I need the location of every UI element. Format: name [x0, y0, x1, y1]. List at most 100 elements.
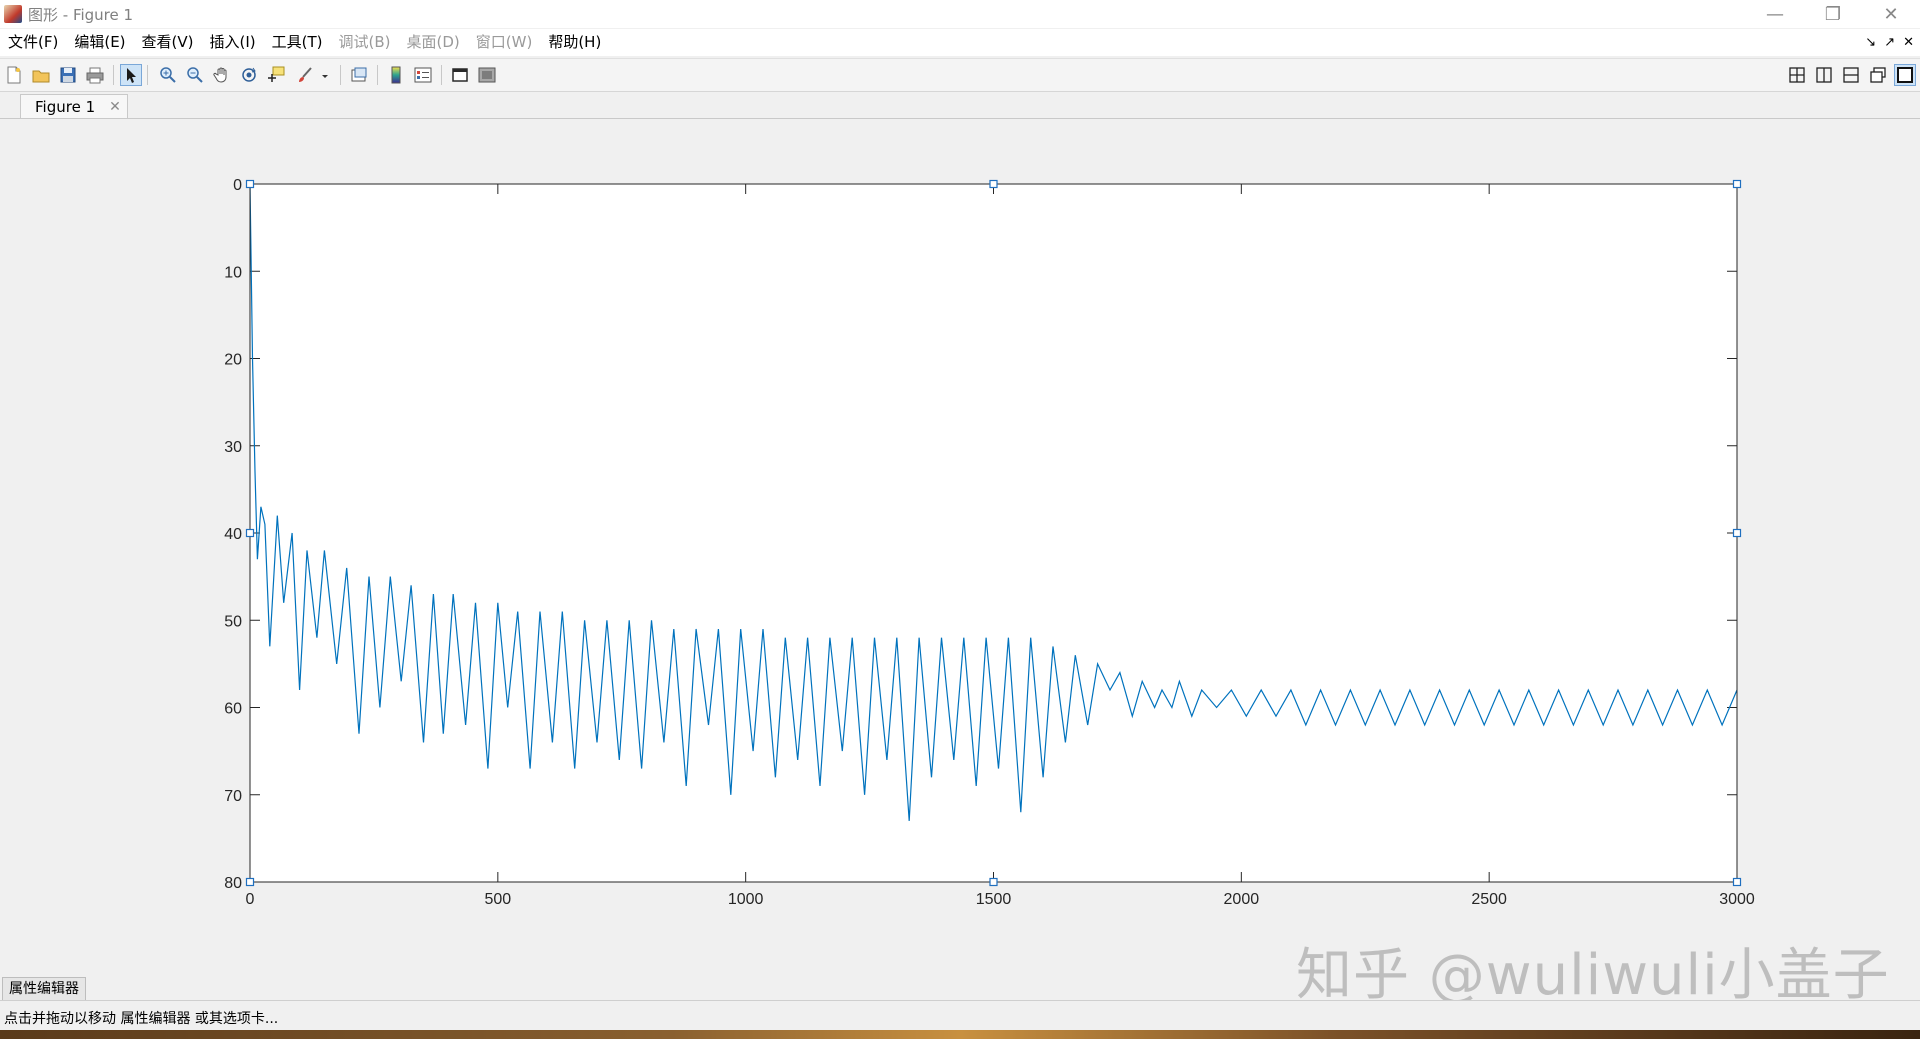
window-title: 图形 - Figure 1 — [28, 5, 134, 24]
pointer-arrow-icon — [127, 68, 136, 83]
toolbar-separator — [340, 65, 341, 85]
selection-handle[interactable] — [989, 877, 998, 887]
menu-help[interactable]: 帮助(H) — [540, 29, 609, 56]
taskbar-edge — [0, 1030, 1920, 1039]
undock-icon[interactable]: ↗ — [1884, 35, 1895, 50]
toolbar-separator — [147, 65, 148, 85]
window-controls: — ❐ ✕ — [1746, 0, 1920, 28]
tab-label: Figure 1 — [35, 97, 96, 116]
save-button[interactable] — [57, 64, 79, 86]
plot-tools-icon — [478, 67, 496, 83]
matlab-icon — [4, 5, 22, 23]
x-tick-label: 2500 — [1471, 891, 1507, 908]
menu-bar: 文件(F) 编辑(E) 查看(V) 插入(I) 工具(T) 调试(B) 桌面(D… — [0, 29, 1920, 56]
status-text: 点击并拖动以移动 属性编辑器 或其选项卡... — [4, 1011, 279, 1027]
menu-debug[interactable]: 调试(B) — [331, 29, 399, 56]
top-bottom-layout-button[interactable] — [1840, 64, 1862, 86]
link-plot-button[interactable] — [348, 64, 370, 86]
hide-plot-tools-button[interactable] — [449, 64, 471, 86]
selection-handle[interactable] — [245, 179, 255, 189]
x-tick-label: 2000 — [1224, 891, 1260, 908]
pan-button[interactable] — [211, 64, 233, 86]
close-tab-icon[interactable]: ✕ — [109, 99, 121, 115]
figure-window: 图形 - Figure 1 — ❐ ✕ 文件(F) 编辑(E) 查看(V) 插入… — [0, 0, 1920, 1039]
floating-windows-icon — [1870, 67, 1886, 83]
menu-desktop[interactable]: 桌面(D) — [399, 29, 468, 56]
dock-icon[interactable]: ↘ — [1865, 35, 1876, 50]
print-button[interactable] — [84, 64, 106, 86]
zoom-out-button[interactable] — [184, 64, 206, 86]
toolbar-separator — [377, 65, 378, 85]
property-editor-button[interactable]: 属性编辑器 — [2, 977, 86, 1000]
figure-canvas[interactable]: 0 500 1000 1500 2000 2500 3000 0 10 20 30 40 50 60 70 8… — [0, 120, 1920, 975]
tab-figure-1[interactable]: Figure 1 ✕ — [20, 94, 128, 118]
selection-handle[interactable] — [245, 528, 255, 538]
status-bar: 点击并拖动以移动 属性编辑器 或其选项卡... — [0, 1000, 1920, 1031]
selection-handle[interactable] — [1732, 877, 1742, 887]
insert-legend-button[interactable] — [412, 64, 434, 86]
link-plot-icon — [351, 67, 367, 82]
split-horizontal-icon — [1843, 67, 1859, 83]
chevron-down-icon — [322, 75, 328, 78]
single-window-icon — [1897, 67, 1913, 83]
floating-layout-button[interactable] — [1867, 64, 1889, 86]
restore-button[interactable]: ❐ — [1804, 0, 1862, 28]
save-icon — [60, 67, 76, 83]
toolbar-separator — [113, 65, 114, 85]
menu-tools[interactable]: 工具(T) — [264, 29, 331, 56]
rotate-3d-button[interactable] — [238, 64, 260, 86]
print-icon — [86, 67, 104, 84]
y-tick-label: 50 — [224, 613, 242, 630]
rotate-3d-icon — [242, 67, 256, 82]
selection-handle[interactable] — [989, 179, 998, 189]
minimize-button[interactable]: — — [1746, 0, 1804, 28]
menu-view[interactable]: 查看(V) — [134, 29, 202, 56]
document-tab-strip: Figure 1 ✕ — [0, 92, 1920, 119]
open-folder-icon — [32, 70, 50, 83]
edit-plot-button[interactable] — [120, 64, 142, 86]
hand-pan-icon — [213, 67, 227, 83]
title-bar: 图形 - Figure 1 — ❐ ✕ — [0, 0, 1920, 28]
window-icon — [452, 68, 468, 82]
brush-button[interactable] — [294, 64, 316, 86]
figure-toolbar — [0, 58, 1920, 92]
x-tick-label: 1000 — [728, 891, 764, 908]
menu-file[interactable]: 文件(F) — [0, 29, 66, 56]
open-file-button[interactable] — [30, 64, 52, 86]
selection-handle[interactable] — [1732, 179, 1742, 189]
grid-layout-icon — [1789, 67, 1805, 83]
y-tick-label: 80 — [224, 875, 242, 892]
axes-svg[interactable]: 0 500 1000 1500 2000 2500 3000 0 10 20 30 40 50 60 70 8… — [0, 120, 1920, 975]
y-tick-label: 70 — [224, 788, 242, 805]
y-tick-label: 20 — [224, 352, 242, 369]
split-vertical-icon — [1816, 67, 1832, 83]
y-tick-label: 30 — [224, 439, 242, 456]
y-tick-label: 40 — [224, 526, 242, 543]
menu-window[interactable]: 窗口(W) — [468, 29, 541, 56]
menu-insert[interactable]: 插入(I) — [202, 29, 264, 56]
new-figure-button[interactable] — [3, 64, 25, 86]
show-plot-tools-button[interactable] — [476, 64, 498, 86]
zoom-in-button[interactable] — [157, 64, 179, 86]
close-figure-icon[interactable]: ✕ — [1903, 35, 1914, 50]
selection-handle[interactable] — [1732, 528, 1742, 538]
y-tick-label: 60 — [224, 701, 242, 718]
selection-handle[interactable] — [245, 877, 255, 887]
y-tick-label: 10 — [224, 264, 242, 281]
menu-edit[interactable]: 编辑(E) — [66, 29, 133, 56]
data-cursor-button[interactable] — [265, 64, 287, 86]
x-tick-label: 1500 — [976, 891, 1012, 908]
left-right-layout-button[interactable] — [1813, 64, 1835, 86]
axes-background[interactable] — [250, 184, 1737, 882]
y-tick-label: 0 — [233, 177, 242, 194]
x-tick-label: 0 — [246, 891, 255, 908]
menubar-right-controls: ↘ ↗ ✕ — [1865, 29, 1914, 56]
new-file-icon — [7, 66, 21, 84]
tile-layout-button[interactable] — [1786, 64, 1808, 86]
close-window-button[interactable]: ✕ — [1862, 0, 1920, 28]
toolbar-separator — [441, 65, 442, 85]
maximize-layout-button[interactable] — [1894, 64, 1916, 86]
watermark-text: 知乎 @wuliwuli小盖子 — [1296, 943, 1890, 1008]
brush-dropdown[interactable] — [319, 64, 331, 86]
insert-colorbar-button[interactable] — [385, 64, 407, 86]
